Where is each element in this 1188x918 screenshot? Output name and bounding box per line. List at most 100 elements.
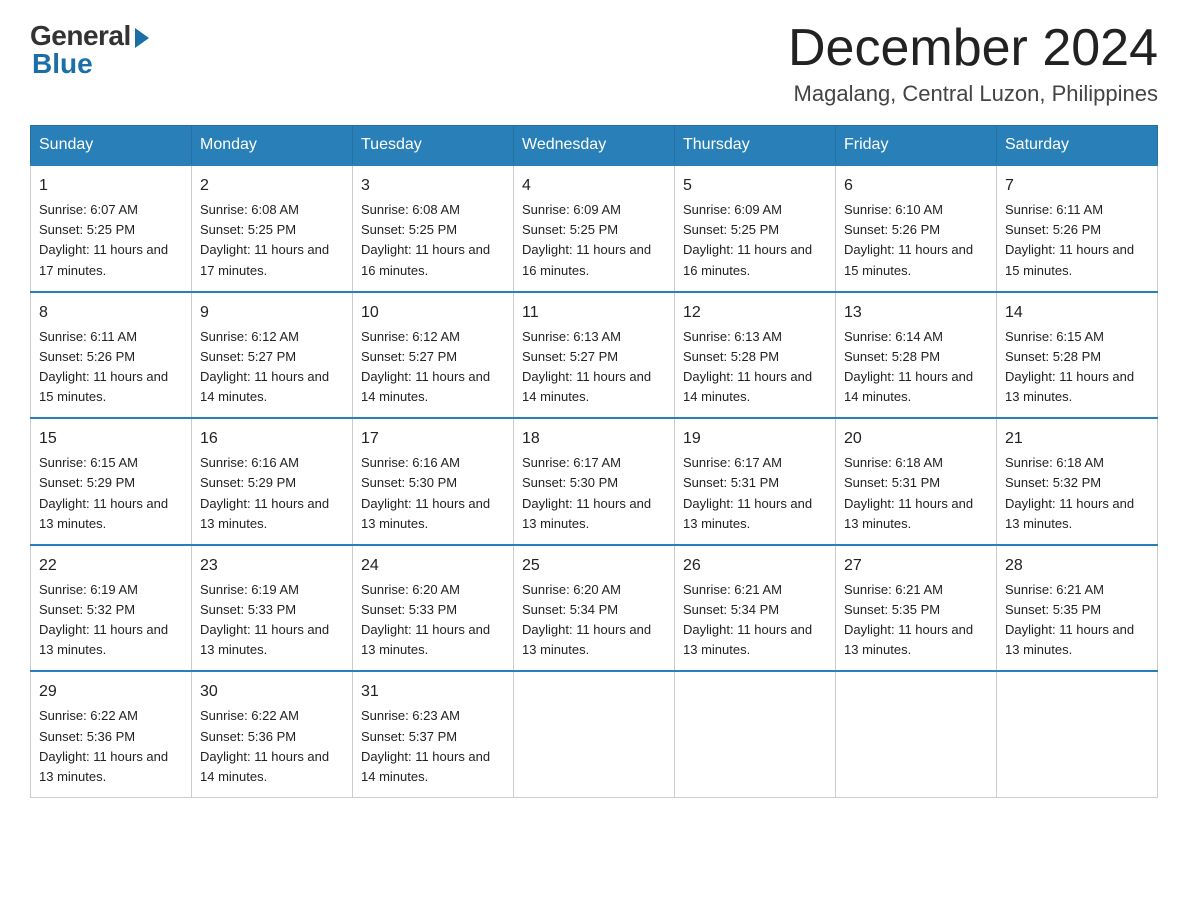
day-info: Sunrise: 6:07 AMSunset: 5:25 PMDaylight:… (39, 200, 183, 281)
day-number: 17 (361, 427, 505, 451)
day-info: Sunrise: 6:12 AMSunset: 5:27 PMDaylight:… (200, 327, 344, 408)
day-number: 1 (39, 174, 183, 198)
table-row: 17Sunrise: 6:16 AMSunset: 5:30 PMDayligh… (353, 418, 514, 545)
table-row (675, 671, 836, 797)
table-row: 16Sunrise: 6:16 AMSunset: 5:29 PMDayligh… (192, 418, 353, 545)
day-number: 15 (39, 427, 183, 451)
day-number: 11 (522, 301, 666, 325)
day-info: Sunrise: 6:15 AMSunset: 5:28 PMDaylight:… (1005, 327, 1149, 408)
table-row: 20Sunrise: 6:18 AMSunset: 5:31 PMDayligh… (836, 418, 997, 545)
day-number: 19 (683, 427, 827, 451)
table-row: 23Sunrise: 6:19 AMSunset: 5:33 PMDayligh… (192, 545, 353, 672)
day-number: 28 (1005, 554, 1149, 578)
day-info: Sunrise: 6:22 AMSunset: 5:36 PMDaylight:… (200, 706, 344, 787)
day-number: 26 (683, 554, 827, 578)
day-info: Sunrise: 6:13 AMSunset: 5:28 PMDaylight:… (683, 327, 827, 408)
table-row: 11Sunrise: 6:13 AMSunset: 5:27 PMDayligh… (514, 292, 675, 419)
header-thursday: Thursday (675, 126, 836, 166)
table-row: 26Sunrise: 6:21 AMSunset: 5:34 PMDayligh… (675, 545, 836, 672)
table-row: 28Sunrise: 6:21 AMSunset: 5:35 PMDayligh… (997, 545, 1158, 672)
table-row (836, 671, 997, 797)
day-info: Sunrise: 6:09 AMSunset: 5:25 PMDaylight:… (683, 200, 827, 281)
table-row: 24Sunrise: 6:20 AMSunset: 5:33 PMDayligh… (353, 545, 514, 672)
day-number: 7 (1005, 174, 1149, 198)
day-info: Sunrise: 6:11 AMSunset: 5:26 PMDaylight:… (39, 327, 183, 408)
day-info: Sunrise: 6:18 AMSunset: 5:31 PMDaylight:… (844, 453, 988, 534)
day-number: 25 (522, 554, 666, 578)
day-info: Sunrise: 6:09 AMSunset: 5:25 PMDaylight:… (522, 200, 666, 281)
table-row: 12Sunrise: 6:13 AMSunset: 5:28 PMDayligh… (675, 292, 836, 419)
table-row: 29Sunrise: 6:22 AMSunset: 5:36 PMDayligh… (31, 671, 192, 797)
day-info: Sunrise: 6:17 AMSunset: 5:31 PMDaylight:… (683, 453, 827, 534)
table-row: 15Sunrise: 6:15 AMSunset: 5:29 PMDayligh… (31, 418, 192, 545)
day-info: Sunrise: 6:12 AMSunset: 5:27 PMDaylight:… (361, 327, 505, 408)
table-row: 9Sunrise: 6:12 AMSunset: 5:27 PMDaylight… (192, 292, 353, 419)
day-number: 10 (361, 301, 505, 325)
day-number: 8 (39, 301, 183, 325)
day-number: 9 (200, 301, 344, 325)
logo: General Blue (30, 20, 149, 80)
day-info: Sunrise: 6:18 AMSunset: 5:32 PMDaylight:… (1005, 453, 1149, 534)
day-info: Sunrise: 6:21 AMSunset: 5:35 PMDaylight:… (844, 580, 988, 661)
day-info: Sunrise: 6:15 AMSunset: 5:29 PMDaylight:… (39, 453, 183, 534)
day-number: 12 (683, 301, 827, 325)
day-number: 16 (200, 427, 344, 451)
logo-blue-text: Blue (32, 48, 93, 80)
day-number: 14 (1005, 301, 1149, 325)
week-row-3: 15Sunrise: 6:15 AMSunset: 5:29 PMDayligh… (31, 418, 1158, 545)
table-row: 13Sunrise: 6:14 AMSunset: 5:28 PMDayligh… (836, 292, 997, 419)
day-info: Sunrise: 6:23 AMSunset: 5:37 PMDaylight:… (361, 706, 505, 787)
day-number: 20 (844, 427, 988, 451)
table-row: 4Sunrise: 6:09 AMSunset: 5:25 PMDaylight… (514, 165, 675, 292)
table-row: 25Sunrise: 6:20 AMSunset: 5:34 PMDayligh… (514, 545, 675, 672)
day-number: 2 (200, 174, 344, 198)
day-info: Sunrise: 6:20 AMSunset: 5:34 PMDaylight:… (522, 580, 666, 661)
title-section: December 2024 Magalang, Central Luzon, P… (788, 20, 1158, 107)
table-row: 2Sunrise: 6:08 AMSunset: 5:25 PMDaylight… (192, 165, 353, 292)
day-number: 23 (200, 554, 344, 578)
table-row: 22Sunrise: 6:19 AMSunset: 5:32 PMDayligh… (31, 545, 192, 672)
table-row: 30Sunrise: 6:22 AMSunset: 5:36 PMDayligh… (192, 671, 353, 797)
table-row: 18Sunrise: 6:17 AMSunset: 5:30 PMDayligh… (514, 418, 675, 545)
day-info: Sunrise: 6:08 AMSunset: 5:25 PMDaylight:… (361, 200, 505, 281)
table-row: 8Sunrise: 6:11 AMSunset: 5:26 PMDaylight… (31, 292, 192, 419)
day-info: Sunrise: 6:13 AMSunset: 5:27 PMDaylight:… (522, 327, 666, 408)
day-info: Sunrise: 6:14 AMSunset: 5:28 PMDaylight:… (844, 327, 988, 408)
day-info: Sunrise: 6:11 AMSunset: 5:26 PMDaylight:… (1005, 200, 1149, 281)
day-info: Sunrise: 6:21 AMSunset: 5:35 PMDaylight:… (1005, 580, 1149, 661)
table-row: 5Sunrise: 6:09 AMSunset: 5:25 PMDaylight… (675, 165, 836, 292)
header-monday: Monday (192, 126, 353, 166)
header-sunday: Sunday (31, 126, 192, 166)
day-number: 27 (844, 554, 988, 578)
day-info: Sunrise: 6:21 AMSunset: 5:34 PMDaylight:… (683, 580, 827, 661)
day-number: 5 (683, 174, 827, 198)
day-number: 3 (361, 174, 505, 198)
table-row: 27Sunrise: 6:21 AMSunset: 5:35 PMDayligh… (836, 545, 997, 672)
week-row-1: 1Sunrise: 6:07 AMSunset: 5:25 PMDaylight… (31, 165, 1158, 292)
day-info: Sunrise: 6:19 AMSunset: 5:32 PMDaylight:… (39, 580, 183, 661)
table-row: 19Sunrise: 6:17 AMSunset: 5:31 PMDayligh… (675, 418, 836, 545)
day-number: 21 (1005, 427, 1149, 451)
day-number: 18 (522, 427, 666, 451)
week-row-2: 8Sunrise: 6:11 AMSunset: 5:26 PMDaylight… (31, 292, 1158, 419)
day-info: Sunrise: 6:17 AMSunset: 5:30 PMDaylight:… (522, 453, 666, 534)
day-number: 6 (844, 174, 988, 198)
day-info: Sunrise: 6:16 AMSunset: 5:29 PMDaylight:… (200, 453, 344, 534)
table-row: 21Sunrise: 6:18 AMSunset: 5:32 PMDayligh… (997, 418, 1158, 545)
logo-arrow-icon (135, 28, 149, 48)
day-number: 4 (522, 174, 666, 198)
day-number: 31 (361, 680, 505, 704)
table-row: 6Sunrise: 6:10 AMSunset: 5:26 PMDaylight… (836, 165, 997, 292)
header-wednesday: Wednesday (514, 126, 675, 166)
header-tuesday: Tuesday (353, 126, 514, 166)
month-title: December 2024 (788, 20, 1158, 77)
table-row: 1Sunrise: 6:07 AMSunset: 5:25 PMDaylight… (31, 165, 192, 292)
calendar-table: SundayMondayTuesdayWednesdayThursdayFrid… (30, 125, 1158, 798)
table-row: 10Sunrise: 6:12 AMSunset: 5:27 PMDayligh… (353, 292, 514, 419)
header-friday: Friday (836, 126, 997, 166)
page-header: General Blue December 2024 Magalang, Cen… (30, 20, 1158, 107)
table-row: 3Sunrise: 6:08 AMSunset: 5:25 PMDaylight… (353, 165, 514, 292)
header-saturday: Saturday (997, 126, 1158, 166)
day-number: 30 (200, 680, 344, 704)
table-row: 7Sunrise: 6:11 AMSunset: 5:26 PMDaylight… (997, 165, 1158, 292)
